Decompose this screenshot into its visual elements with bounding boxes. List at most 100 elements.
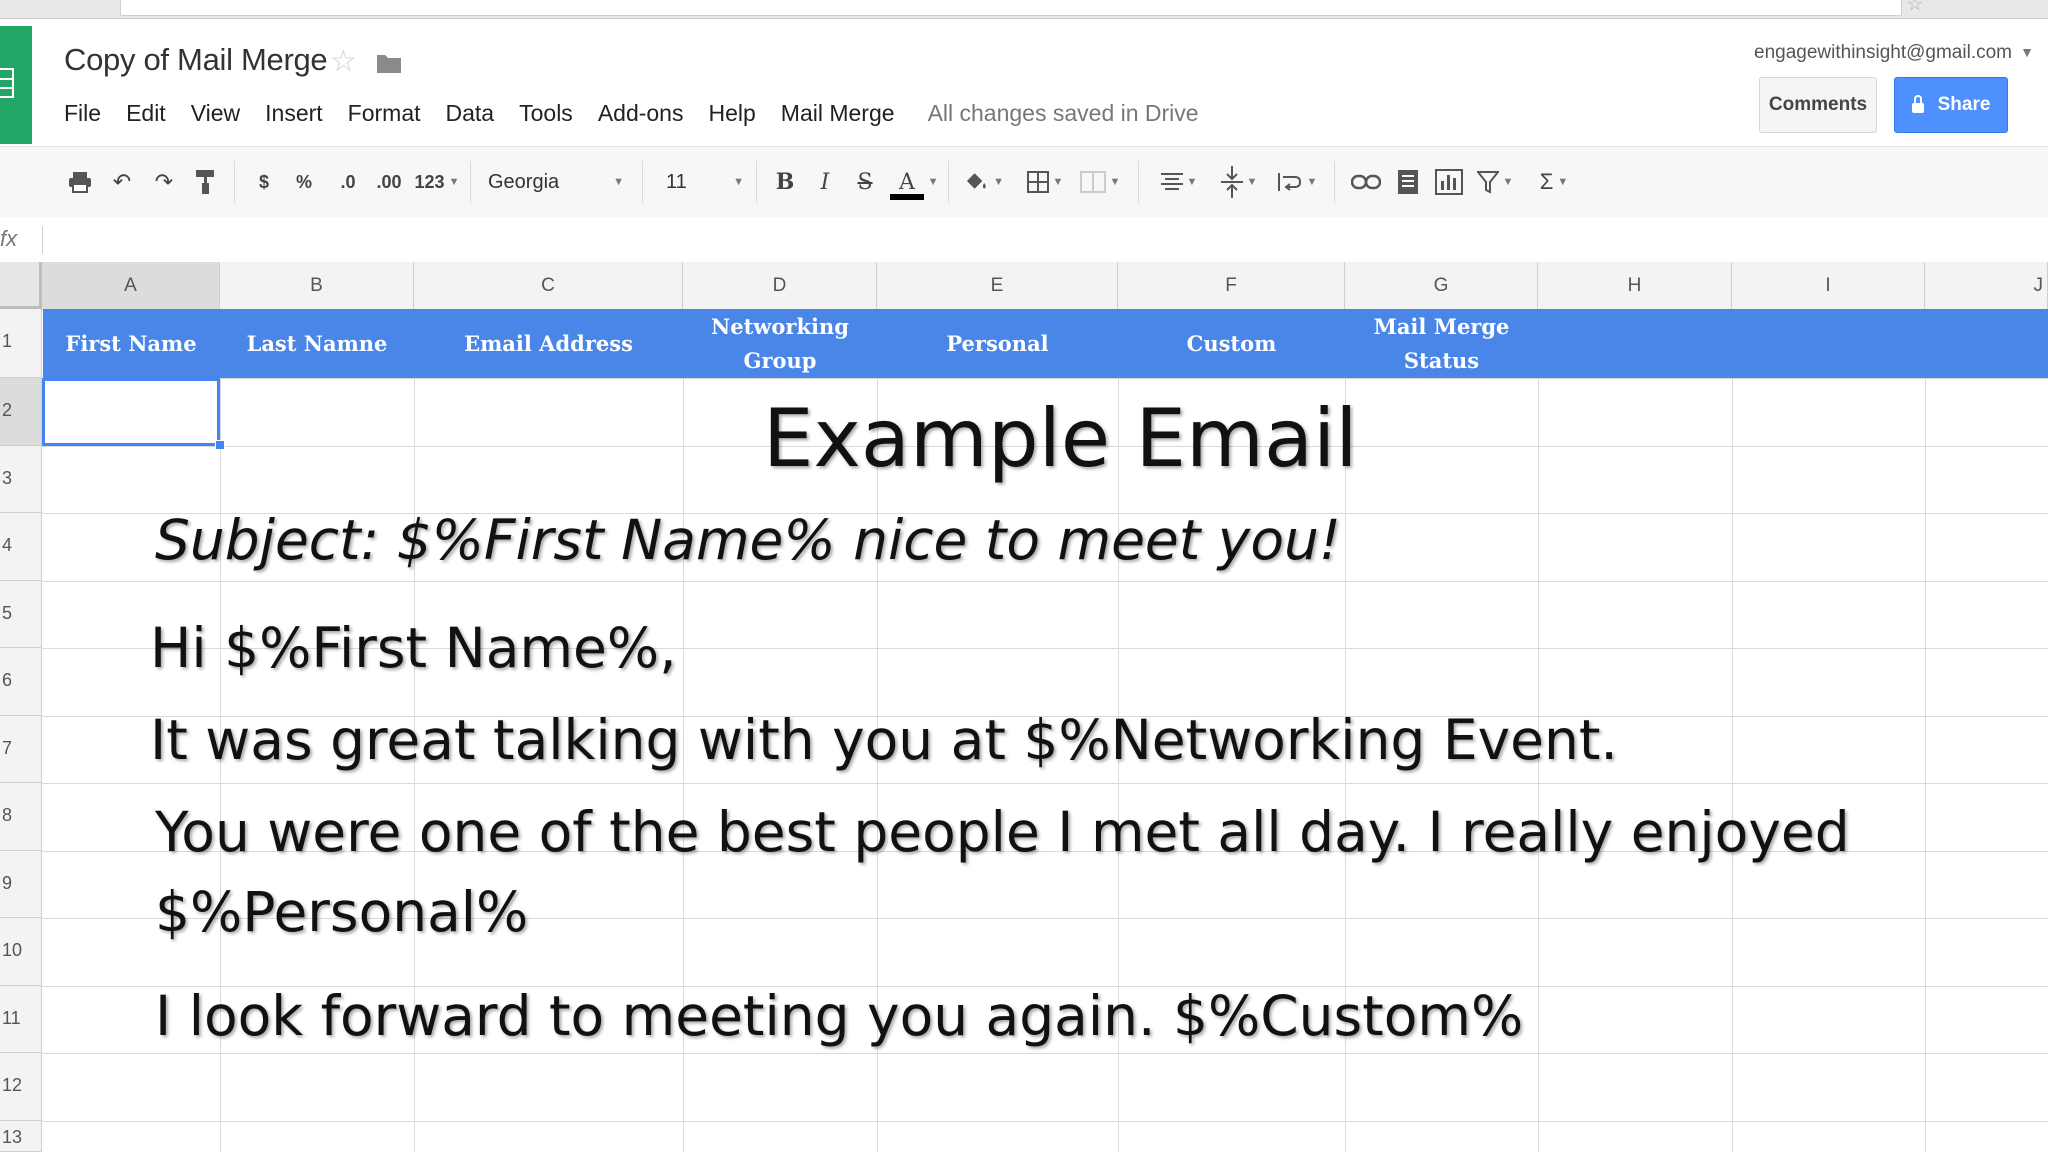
chevron-down-icon: ▼ [613,176,624,188]
menu-bar: File Edit View Insert Format Data Tools … [64,100,1199,127]
bookmark-star-icon[interactable]: ☆ [1907,0,1923,15]
star-icon[interactable]: ☆ [330,44,357,79]
functions-dropdown[interactable]: Σ ▼ [1534,167,1574,197]
text-color-button[interactable]: A [892,167,922,197]
column-header-g[interactable]: G [1345,262,1538,309]
account-email[interactable]: engagewithinsight@gmail.com [1754,42,2012,64]
row-header-3[interactable]: 3 [0,446,42,513]
address-bar[interactable] [120,0,1902,16]
column-header-i[interactable]: I [1732,262,1925,309]
bold-button[interactable]: B [772,167,798,197]
gridline [42,1053,2048,1054]
menu-mail-merge[interactable]: Mail Merge [781,100,895,127]
percent-format-button[interactable]: % [292,167,316,197]
column-header-j[interactable]: J [1925,262,2048,309]
italic-button[interactable]: I [812,167,838,197]
header-cell-networking-group[interactable]: Networking Group [683,309,877,378]
insert-chart-icon[interactable] [1434,167,1464,197]
menu-view[interactable]: View [191,100,240,127]
chevron-down-icon[interactable]: ▼ [924,167,939,197]
menu-insert[interactable]: Insert [265,100,323,127]
row-header-7[interactable]: 7 [0,716,42,783]
header-cell-mail-merge-status[interactable]: Mail Merge Status [1345,309,1538,378]
row-header-12[interactable]: 12 [0,1053,42,1121]
overlay-title: Example Email [763,392,1358,485]
redo-icon[interactable]: ↷ [150,167,178,197]
menu-add-ons[interactable]: Add-ons [598,100,684,127]
header-cell-email-address[interactable]: Email Address [414,309,683,378]
paint-format-icon[interactable] [192,167,220,197]
gridline [42,783,2048,784]
select-all-corner[interactable] [0,262,42,309]
row-header-2[interactable]: 2 [0,378,42,446]
row-header-5[interactable]: 5 [0,581,42,648]
text-color-swatch [890,194,924,200]
gridline [42,1121,2048,1122]
menu-edit[interactable]: Edit [126,100,166,127]
font-family-value: Georgia [488,170,560,193]
fx-label: fx [0,226,18,251]
column-header-e[interactable]: E [877,262,1118,309]
row-header-10[interactable]: 10 [0,918,42,986]
column-header-c[interactable]: C [414,262,683,309]
insert-comment-icon[interactable] [1394,167,1422,197]
undo-icon[interactable]: ↶ [108,167,136,197]
formula-bar-divider [42,226,43,254]
header-cell-custom[interactable]: Custom [1118,309,1345,378]
fill-color-icon[interactable]: ▼ [964,167,1004,197]
insert-link-icon[interactable] [1350,167,1382,197]
row-header-8[interactable]: 8 [0,783,42,851]
horizontal-align-icon[interactable]: ▼ [1158,167,1200,197]
row-header-9[interactable]: 9 [0,851,42,918]
folder-icon[interactable] [376,52,402,74]
active-cell-a2[interactable] [42,378,220,446]
menu-data[interactable]: Data [446,100,495,127]
menu-tools[interactable]: Tools [519,100,573,127]
row-header-4[interactable]: 4 [0,513,42,581]
column-header-d[interactable]: D [683,262,877,309]
column-header-a[interactable]: A [42,262,220,309]
menu-file[interactable]: File [64,100,101,127]
decrease-decimal-button[interactable]: .0 [332,167,364,197]
vertical-align-icon[interactable]: ▼ [1214,166,1264,198]
column-header-b[interactable]: B [220,262,414,309]
print-icon[interactable] [66,167,94,197]
menu-format[interactable]: Format [348,100,421,127]
gridline [1925,309,1926,1152]
more-formats-dropdown[interactable]: 123 ▼ [412,167,462,197]
row-header-6[interactable]: 6 [0,648,42,716]
column-header-h[interactable]: H [1538,262,1732,309]
header-cell-last-name[interactable]: Last Namne [220,309,414,378]
menu-help[interactable]: Help [708,100,755,127]
header-cell-first-name[interactable]: First Name [42,309,220,378]
comments-button[interactable]: Comments [1759,77,1877,133]
borders-icon[interactable]: ▼ [1024,167,1066,197]
row-header-11[interactable]: 11 [0,986,42,1053]
filter-icon[interactable]: ▼ [1474,167,1516,197]
text-wrap-icon[interactable]: ▼ [1272,167,1322,197]
gridline [42,581,2048,582]
row-header-1[interactable]: 1 [0,309,42,378]
header-cell-personal[interactable]: Personal [877,309,1118,378]
chevron-down-icon[interactable]: ▼ [2020,44,2034,60]
browser-chrome: ☆ [0,0,2048,19]
overlay-line-personal-a: You were one of the best people I met al… [155,800,1850,864]
sum-icon: Σ [1539,169,1554,194]
more-formats-label: 123 [414,171,445,192]
formula-bar[interactable] [0,217,2048,263]
font-size-dropdown[interactable]: 11 ▼ [666,167,744,197]
sheets-logo-icon[interactable] [0,26,32,144]
save-status[interactable]: All changes saved in Drive [928,100,1199,127]
overlay-line-custom: I look forward to meeting you again. $%C… [155,984,1524,1048]
chevron-down-icon: ▼ [1557,176,1569,188]
share-button[interactable]: Share [1894,77,2008,133]
font-family-dropdown[interactable]: Georgia ▼ [488,167,624,197]
currency-format-button[interactable]: $ [252,167,276,197]
increase-decimal-button[interactable]: .00 [370,167,408,197]
fill-handle[interactable] [215,440,225,450]
row-header-13[interactable]: 13 [0,1121,42,1152]
document-title[interactable]: Copy of Mail Merge [64,42,328,78]
column-header-f[interactable]: F [1118,262,1345,309]
strikethrough-button[interactable]: S [852,167,878,197]
merge-cells-icon[interactable]: ▼ [1078,167,1122,197]
